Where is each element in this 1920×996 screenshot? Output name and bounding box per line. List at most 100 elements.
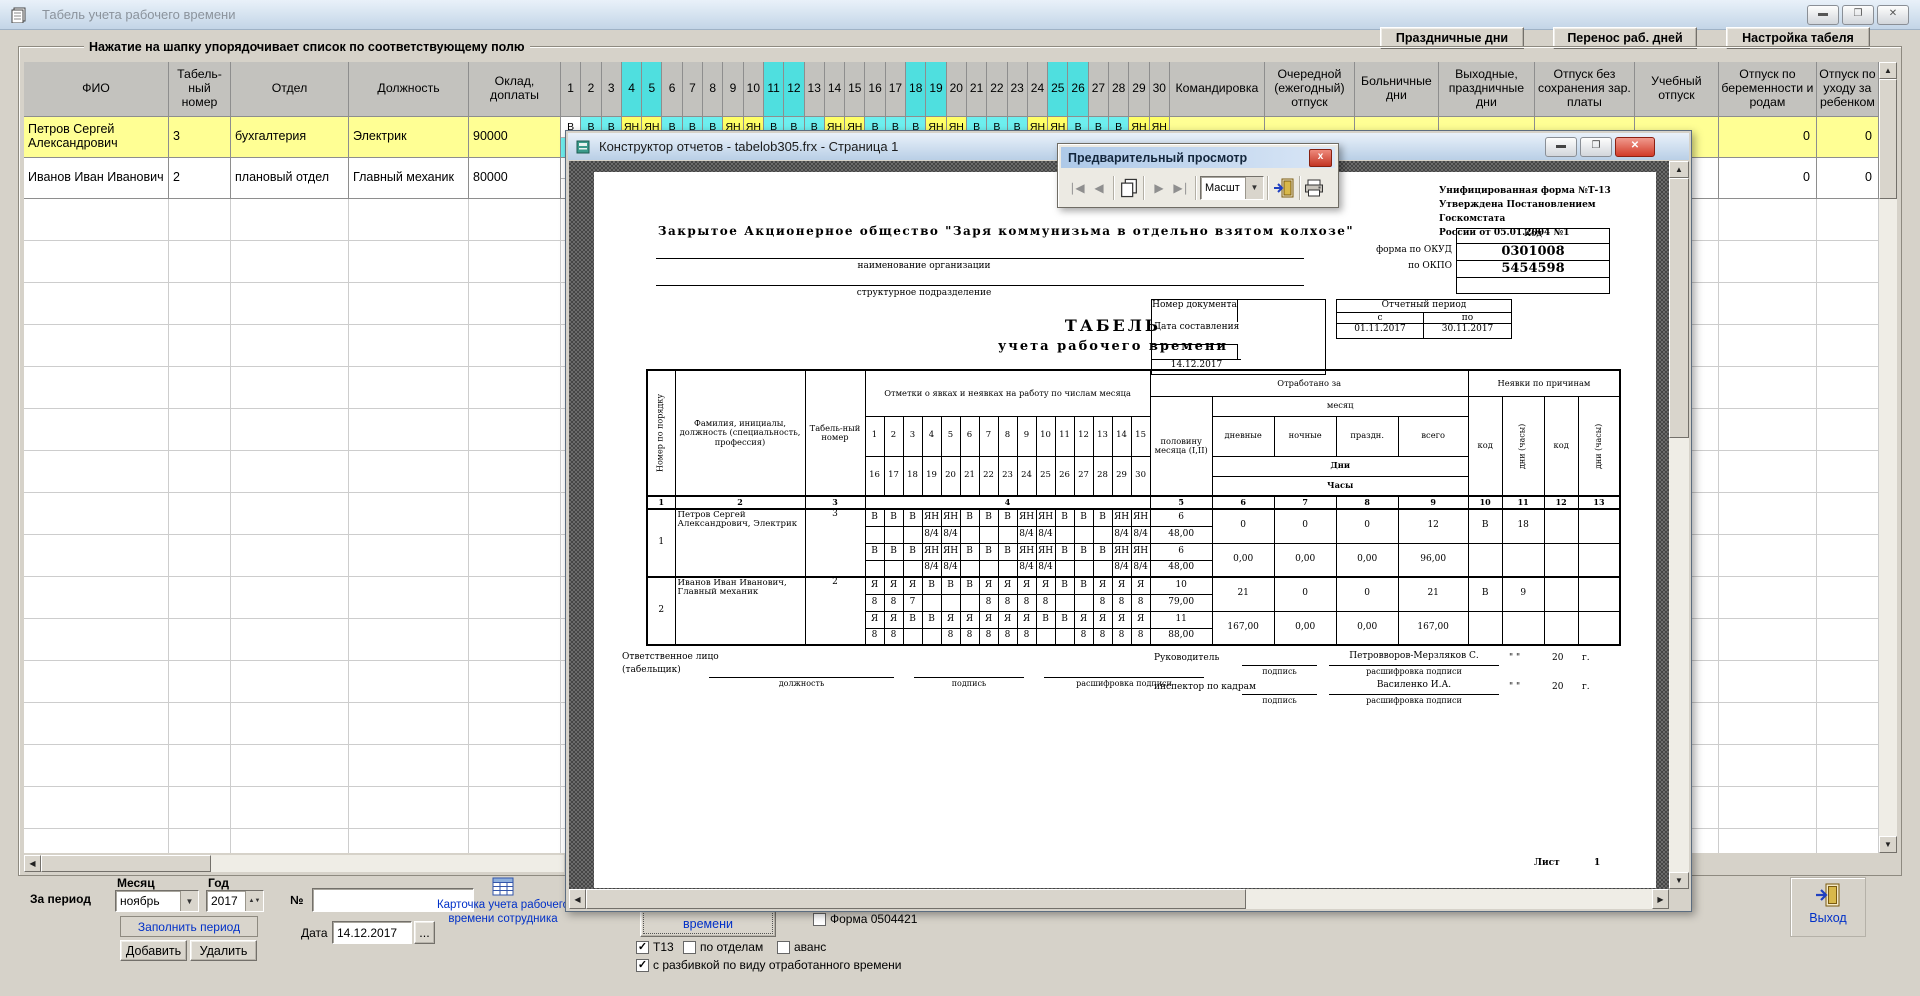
col-header-day-5[interactable]: 5 xyxy=(642,62,662,117)
scroll-up-icon[interactable]: ▲ xyxy=(1879,62,1897,79)
col-header-day-3[interactable]: 3 xyxy=(602,62,622,117)
month-dropdown[interactable]: ноябрь ▼ xyxy=(115,890,199,912)
delete-button[interactable]: Удалить xyxy=(190,940,257,961)
col-header-day-9[interactable]: 9 xyxy=(723,62,743,117)
col-header-day-2[interactable]: 2 xyxy=(581,62,601,117)
prev-page-icon[interactable]: ◀ xyxy=(1088,176,1110,200)
chevron-down-icon[interactable]: ▼ xyxy=(180,891,198,911)
scroll-left-icon[interactable]: ◀ xyxy=(24,855,41,872)
report-hscroll-thumb[interactable] xyxy=(586,889,1246,909)
col-header-day-12[interactable]: 12 xyxy=(784,62,804,117)
col-header-post[interactable]: Должность xyxy=(349,62,469,117)
close-preview-door-icon[interactable] xyxy=(1272,177,1296,199)
report-close-button[interactable]: ✕ xyxy=(1615,137,1655,157)
add-button[interactable]: Добавить xyxy=(120,940,187,961)
scroll-left-icon[interactable]: ◀ xyxy=(569,889,586,909)
col-header-leave-2[interactable]: Больничные дни xyxy=(1355,62,1439,117)
col-header-day-16[interactable]: 16 xyxy=(865,62,885,117)
col-header-day-17[interactable]: 17 xyxy=(886,62,906,117)
col-header-leave-0[interactable]: Командировка xyxy=(1170,62,1265,117)
pages-icon[interactable] xyxy=(1118,176,1140,200)
report-hscrollbar[interactable]: ◀ ▶ xyxy=(569,889,1669,909)
day-code: В xyxy=(903,509,922,526)
col-header-day-15[interactable]: 15 xyxy=(845,62,865,117)
by-departments-checkbox[interactable] xyxy=(683,941,696,954)
next-page-icon[interactable]: ▶ xyxy=(1148,176,1170,200)
preview-toolbar-titlebar[interactable]: Предварительный просмотр x xyxy=(1061,147,1335,168)
day-number: 29 xyxy=(1112,456,1131,496)
fill-period-button[interactable]: Заполнить период xyxy=(120,916,258,937)
col-header-day-18[interactable]: 18 xyxy=(906,62,926,117)
advance-checkbox[interactable] xyxy=(777,941,790,954)
col-header-day-8[interactable]: 8 xyxy=(703,62,723,117)
t13-checkbox[interactable]: ✓ xyxy=(636,941,649,954)
col-header-day-22[interactable]: 22 xyxy=(987,62,1007,117)
col-header-day-21[interactable]: 21 xyxy=(967,62,987,117)
report-minimize-button[interactable]: ▬ xyxy=(1545,137,1577,157)
col-header-day-1[interactable]: 1 xyxy=(561,62,581,117)
scroll-down-icon[interactable]: ▼ xyxy=(1879,836,1897,853)
col-header-day-30[interactable]: 30 xyxy=(1150,62,1170,117)
col-header-day-13[interactable]: 13 xyxy=(805,62,825,117)
scroll-up-icon[interactable]: ▲ xyxy=(1669,161,1689,178)
exit-button[interactable]: Выход xyxy=(1790,877,1866,937)
day-code: Я xyxy=(1093,611,1112,628)
spinner-arrows-icon[interactable]: ▲▼ xyxy=(245,891,263,911)
chevron-down-icon[interactable]: ▼ xyxy=(1245,177,1263,199)
year-spinner[interactable]: 2017 ▲▼ xyxy=(206,890,264,912)
grid-cell xyxy=(24,199,169,240)
last-page-icon[interactable]: ▶∣ xyxy=(1170,176,1192,200)
first-page-icon[interactable]: ∣◀ xyxy=(1066,176,1088,200)
col-header-day-26[interactable]: 26 xyxy=(1068,62,1088,117)
col-header-leave-4[interactable]: Отпуск без сохранения зар. платы xyxy=(1535,62,1635,117)
report-restore-button[interactable]: ❐ xyxy=(1580,137,1612,157)
col-header-day-6[interactable]: 6 xyxy=(662,62,682,117)
col-header-day-7[interactable]: 7 xyxy=(683,62,703,117)
col-header-day-10[interactable]: 10 xyxy=(744,62,764,117)
zoom-dropdown[interactable]: Масшт ▼ xyxy=(1200,176,1264,200)
col-header-day-23[interactable]: 23 xyxy=(1008,62,1028,117)
vscroll-thumb[interactable] xyxy=(1879,79,1897,199)
preview-close-button[interactable]: x xyxy=(1309,149,1332,167)
col-header-leave-7[interactable]: Отпуск по уходу за ребенком xyxy=(1817,62,1879,117)
col-header-leave-3[interactable]: Выходные, праздничные дни xyxy=(1439,62,1535,117)
print-icon[interactable] xyxy=(1304,179,1324,197)
grid-hscrollbar[interactable]: ◀ xyxy=(24,855,564,872)
form-0504421-checkbox[interactable] xyxy=(813,913,826,926)
report-vscrollbar[interactable]: ▲ ▼ xyxy=(1669,161,1689,889)
col-header-day-19[interactable]: 19 xyxy=(926,62,946,117)
col-header-fio[interactable]: ФИО xyxy=(24,62,169,117)
report-vscroll-thumb[interactable] xyxy=(1669,178,1689,438)
close-button[interactable]: ✕ xyxy=(1877,5,1909,25)
hscroll-thumb[interactable] xyxy=(41,855,211,872)
scroll-right-icon[interactable]: ▶ xyxy=(1652,889,1669,909)
minimize-button[interactable]: ▬ xyxy=(1807,5,1839,25)
scroll-down-icon[interactable]: ▼ xyxy=(1669,872,1689,889)
employee-card-link[interactable]: Карточка учета рабочего времени сотрудни… xyxy=(424,898,582,927)
unit-underline xyxy=(656,285,1304,286)
col-header-day-4[interactable]: 4 xyxy=(622,62,642,117)
col-header-dept[interactable]: Отдел xyxy=(231,62,349,117)
grid-cell xyxy=(1817,745,1879,786)
col-header-day-11[interactable]: 11 xyxy=(764,62,784,117)
col-header-day-14[interactable]: 14 xyxy=(825,62,845,117)
col-header-day-20[interactable]: 20 xyxy=(947,62,967,117)
day-code: В xyxy=(903,611,922,628)
sheet-number: 1 xyxy=(1594,858,1600,868)
col-header-tabnum[interactable]: Табель-ный номер xyxy=(169,62,231,117)
grid-vscrollbar[interactable]: ▲ ▼ xyxy=(1879,62,1897,853)
grid-cell xyxy=(231,367,349,408)
col-header-day-28[interactable]: 28 xyxy=(1109,62,1129,117)
col-header-day-25[interactable]: 25 xyxy=(1048,62,1068,117)
col-header-leave-1[interactable]: Очередной (ежегодный) отпуск xyxy=(1265,62,1355,117)
col-header-leave-6[interactable]: Отпуск по беременности и родам xyxy=(1719,62,1817,117)
col-header-day-29[interactable]: 29 xyxy=(1129,62,1149,117)
col-header-day-27[interactable]: 27 xyxy=(1089,62,1109,117)
grid-cell xyxy=(169,535,231,576)
col-header-day-24[interactable]: 24 xyxy=(1028,62,1048,117)
date-input[interactable]: 14.12.2017 xyxy=(332,921,412,944)
breakdown-checkbox[interactable]: ✓ xyxy=(636,959,649,972)
col-header-leave-5[interactable]: Учебный отпуск xyxy=(1635,62,1719,117)
maximize-button[interactable]: ❐ xyxy=(1842,5,1874,25)
col-header-salary[interactable]: Оклад, доплаты xyxy=(469,62,561,117)
